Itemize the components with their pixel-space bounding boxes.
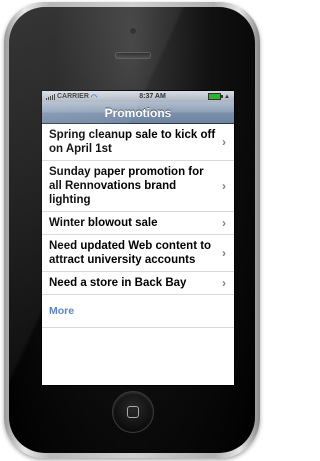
home-button[interactable] [112,391,154,433]
status-left: CARRIER ◠ [46,93,97,101]
chevron-right-icon: › [222,135,226,149]
list-item-label: Winter blowout sale [49,217,158,229]
list-item[interactable]: Spring cleanup sale to kick off on April… [42,124,234,161]
list-item-label: Need updated Web content to attract univ… [49,240,212,266]
phone-frame: CARRIER ◠ 8:37 AM ▲ Promotions Spring cl… [4,2,260,458]
list-item[interactable]: Need a store in Back Bay › [42,272,234,295]
battery-icon [208,93,224,100]
chevron-right-icon: › [222,179,226,193]
list-item-label: Sunday paper promotion for all Rennovati… [49,166,204,206]
list-item-label: Need a store in Back Bay [49,277,187,289]
list-item[interactable]: Need updated Web content to attract univ… [42,235,234,272]
nav-bar: Promotions [42,102,234,124]
chevron-right-icon: › [222,216,226,230]
signal-icon [46,93,55,100]
chevron-right-icon: › [222,276,226,290]
home-square-icon [127,406,139,418]
wifi-icon: ◠ [90,93,97,101]
carrier-label: CARRIER [57,93,89,100]
more-link[interactable]: More [42,295,234,328]
status-right: ▲ [208,93,230,100]
promotions-list: Spring cleanup sale to kick off on April… [42,124,234,328]
screen: CARRIER ◠ 8:37 AM ▲ Promotions Spring cl… [41,90,235,386]
camera-icon [129,27,137,35]
lock-rotation-icon: ▲ [224,93,230,100]
status-time: 8:37 AM [139,93,166,100]
chevron-right-icon: › [222,246,226,260]
list-item[interactable]: Sunday paper promotion for all Rennovati… [42,161,234,212]
earpiece [115,52,151,59]
list-item-label: Spring cleanup sale to kick off on April… [49,129,216,155]
page-title: Promotions [104,105,172,120]
list-item[interactable]: Winter blowout sale › [42,212,234,235]
phone-body: CARRIER ◠ 8:37 AM ▲ Promotions Spring cl… [9,7,255,453]
status-bar: CARRIER ◠ 8:37 AM ▲ [42,91,234,102]
